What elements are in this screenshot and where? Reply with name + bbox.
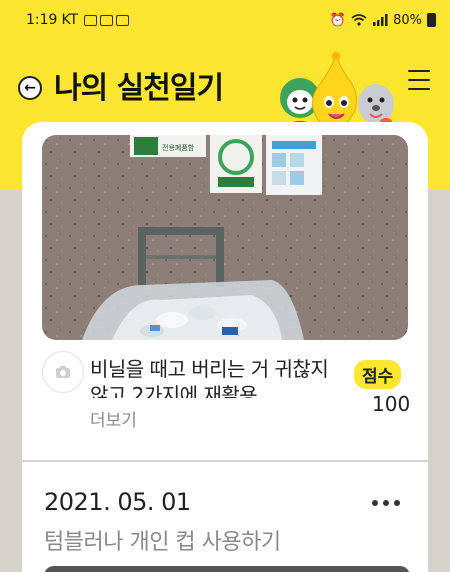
page-title: 나의 실천일기: [54, 71, 224, 106]
camera-icon: [56, 366, 70, 378]
dot-icon: [372, 500, 378, 506]
alarm-icon: ⏰: [329, 12, 347, 28]
dot-icon: [394, 500, 400, 506]
status-carrier: KT: [61, 12, 79, 28]
diary-card[interactable]: 2021. 05. 01 텀블러나 개인 컵 사용하기: [22, 462, 428, 572]
signal-icon: [373, 14, 388, 26]
menu-button[interactable]: [408, 70, 430, 90]
score-value: 100: [372, 392, 411, 416]
battery-percent: 80%: [393, 12, 422, 28]
status-time: 1:19: [26, 12, 58, 28]
recycling-bin-photo: 전용폐품함: [42, 135, 408, 340]
hamburger-icon-line: [408, 79, 430, 81]
battery-icon: [427, 13, 436, 27]
post-date: 2021. 05. 01: [44, 488, 191, 516]
hamburger-icon: [408, 70, 430, 72]
post-title: 텀블러나 개인 컵 사용하기: [44, 530, 281, 555]
notification-icon: [116, 14, 130, 26]
score-badge: 점수: [354, 360, 402, 389]
back-button[interactable]: ←: [18, 76, 42, 100]
hamburger-icon-line: [408, 88, 430, 90]
status-bar: 1:19 KT ⏰ 80%: [0, 0, 450, 40]
dot-icon: [383, 500, 389, 506]
post-photo[interactable]: [44, 566, 410, 572]
more-link[interactable]: 더보기: [90, 406, 137, 431]
notification-icon: [84, 14, 98, 26]
app-header: ← 나의 실천일기: [0, 40, 450, 134]
wifi-icon: [351, 14, 367, 26]
post-photo[interactable]: 전용폐품함: [42, 135, 408, 340]
post-text: 비닐을 때고 버리는 거 귀찮지 않고 2가지에 재활용...: [90, 357, 329, 398]
arrow-left-icon: ←: [24, 80, 36, 96]
photo-sign-text: 전용폐품함: [162, 143, 195, 152]
notification-icon: [100, 14, 114, 26]
more-options-button[interactable]: [372, 500, 400, 506]
diary-card[interactable]: 전용폐품함 비닐을 때고 버리는 거 귀찮지 않고 2가지에 재활용... 더보…: [22, 122, 428, 460]
avatar: [42, 351, 84, 393]
